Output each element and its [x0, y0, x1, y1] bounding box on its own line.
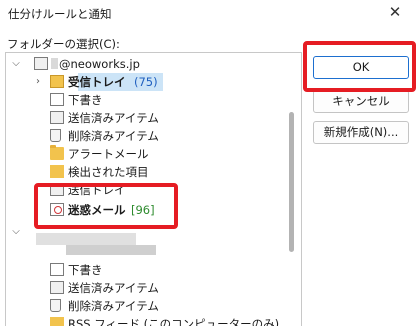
drafts-label: 下書き [68, 263, 103, 277]
tree-account-row[interactable]: ⌵ @neoworks.jp [6, 55, 286, 73]
trash-icon [50, 129, 61, 142]
redacted-account [66, 245, 156, 255]
deleted-label: 削除済みアイテム [68, 299, 159, 313]
tree-item-sent-2[interactable]: 送信済みアイテム [6, 279, 286, 297]
inbox-icon [50, 75, 64, 88]
drafts-icon [50, 263, 64, 276]
sent-label: 送信済みアイテム [68, 111, 159, 125]
sent-label: 送信済みアイテム [68, 281, 159, 295]
folder-select-label: フォルダーの選択(C): [7, 37, 120, 51]
alert-label: アラートメール [68, 147, 149, 161]
redacted-account [36, 233, 136, 245]
junk-highlight-box [34, 183, 178, 229]
chevron-right-icon[interactable]: › [32, 74, 44, 90]
close-icon[interactable]: ✕ [385, 2, 405, 22]
redacted-text [51, 58, 58, 69]
tree-item-deleted[interactable]: 削除済みアイテム [6, 127, 286, 145]
ok-highlight-box [303, 41, 416, 92]
title-bar: 仕分けルールと通知 ✕ [0, 0, 417, 28]
trash-icon [50, 299, 61, 312]
sent-icon [50, 111, 64, 124]
dialog-title: 仕分けルールと通知 [8, 7, 112, 21]
tree-item-rss[interactable]: RSS フィード (このコンピューターのみ) [6, 315, 286, 326]
scroll-thumb[interactable] [289, 112, 294, 252]
inbox-label: 受信トレイ [68, 75, 126, 89]
inbox-count: (75) [134, 75, 158, 89]
sent-icon [50, 281, 64, 294]
tree-item-drafts-2[interactable]: 下書き [6, 261, 286, 279]
tree-item-deleted-2[interactable]: 削除済みアイテム [6, 297, 286, 315]
tree-item-alert[interactable]: アラートメール [6, 145, 286, 163]
chevron-down-icon[interactable]: ⌵ [10, 56, 22, 72]
tree-item-sent[interactable]: 送信済みアイテム [6, 109, 286, 127]
drafts-icon [50, 93, 64, 106]
search-folder-icon [50, 165, 64, 178]
deleted-label: 削除済みアイテム [68, 129, 159, 143]
tree-item-search[interactable]: 検出された項目 [6, 163, 286, 181]
drafts-label: 下書き [68, 93, 103, 107]
folder-icon [50, 145, 64, 160]
cancel-button[interactable]: キャンセル [313, 90, 409, 113]
account-name: @neoworks.jp [59, 57, 140, 71]
mailbox-icon [34, 57, 48, 70]
tree-scrollbar[interactable] [289, 52, 295, 325]
chevron-down-icon[interactable]: ⌵ [10, 224, 22, 240]
tree-item-drafts[interactable]: 下書き [6, 91, 286, 109]
tree-item-inbox[interactable]: › 受信トレイ (75) [6, 73, 286, 91]
search-label: 検出された項目 [68, 165, 149, 179]
new-folder-button[interactable]: 新規作成(N)... [313, 121, 409, 144]
